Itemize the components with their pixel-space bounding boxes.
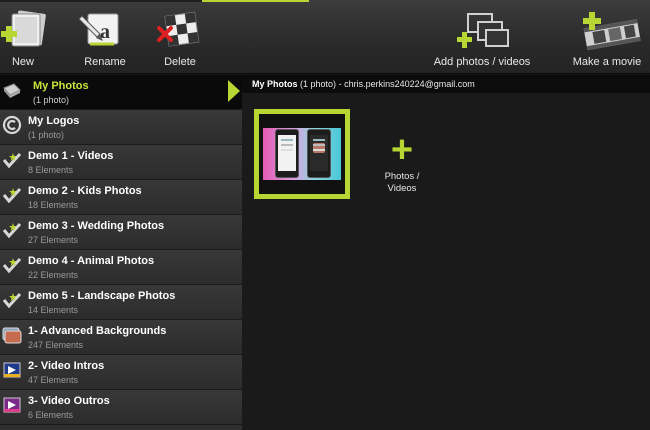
toolbar-top-line [0,0,202,2]
account-email: - chris.perkins240224@gmail.com [338,79,475,89]
selected-arrow-icon [228,80,240,102]
sidebar-item-demo-2[interactable]: Demo 2 - Kids Photos 18 Elements [0,180,242,215]
thumbnail-image [263,128,341,180]
photo-thumbnail[interactable] [254,109,350,199]
sidebar-item-demo-3[interactable]: Demo 3 - Wedding Photos 27 Elements [0,215,242,250]
sidebar-item-title: 1- Advanced Backgrounds [28,325,167,337]
sidebar-item-title: Demo 1 - Videos [28,150,114,162]
backgrounds-icon [2,327,22,344]
sidebar-item-count: (1 photo) [28,130,65,140]
sidebar-item-count: 18 Elements [28,200,79,210]
add-photos-videos-tile[interactable]: + Photos / Videos [372,129,432,195]
sidebar-item-title: Demo 2 - Kids Photos [28,185,142,197]
rename-icon: a [70,8,140,52]
plus-icon: + [390,129,414,171]
sidebar-item-count: 22 Elements [28,270,79,280]
delete-button[interactable]: Delete [145,8,215,68]
sidebar-item-title: 3- Video Outros [28,395,110,407]
video-outro-icon [3,397,21,413]
rename-label: Rename [84,56,126,68]
add-tile-label: Photos / Videos [372,171,432,195]
sidebar-item-title: Demo 5 - Landscape Photos [28,290,176,302]
sidebar-item-my-logos[interactable]: My Logos (1 photo) [0,110,242,145]
sidebar-item-count: 8 Elements [28,165,74,175]
sidebar-item-demo-1[interactable]: Demo 1 - Videos 8 Elements [0,145,242,180]
sidebar-item-count: 6 Elements [28,410,74,420]
sidebar-item-demo-4[interactable]: Demo 4 - Animal Photos 22 Elements [0,250,242,285]
sidebar-item-title: My Logos [28,115,80,127]
sidebar-item-advanced-backgrounds[interactable]: 1- Advanced Backgrounds 247 Elements [0,320,242,355]
sidebar-item-video-outros[interactable]: 3- Video Outros 6 Elements [0,390,242,425]
sidebar-item-demo-5[interactable]: Demo 5 - Landscape Photos 14 Elements [0,285,242,320]
add-tile-label-line2: Videos [387,183,417,194]
album-title: My Photos [252,79,298,89]
album-content: My Photos (1 photo) - chris.perkins24022… [242,75,650,430]
add-photos-videos-button[interactable]: Add photos / videos [420,8,544,68]
star-check-icon [2,222,22,239]
new-label: New [11,56,34,68]
sidebar-item-count: 27 Elements [28,235,79,245]
new-album-icon [0,8,58,52]
star-check-icon [2,152,22,169]
add-photos-icon [420,8,544,52]
delete-icon [145,8,215,52]
album-header: My Photos (1 photo) - chris.perkins24022… [242,75,650,93]
sidebar-item-count: 47 Elements [28,375,79,385]
sidebar-item-my-photos[interactable]: My Photos (1 photo) [0,75,242,110]
sidebar-item-title: Demo 3 - Wedding Photos [28,220,165,232]
sidebar-item-count: 14 Elements [28,305,79,315]
album-count: (1 photo) [300,79,337,89]
sidebar-item-title: Demo 4 - Animal Photos [28,255,155,267]
video-intro-icon [3,362,21,378]
film-strip-icon [565,8,649,52]
copyright-icon [2,115,22,135]
delete-label: Delete [164,56,196,68]
new-button[interactable]: New [0,8,58,68]
toolbar-accent-line [202,0,309,2]
make-movie-button[interactable]: Make a movie [565,8,649,68]
phone-image-right [307,129,331,178]
star-check-icon [2,292,22,309]
sidebar-item-count: (1 photo) [33,95,70,105]
make-movie-label: Make a movie [572,56,642,68]
album-sidebar: My Photos (1 photo) My Logos (1 photo) D… [0,75,242,430]
add-photos-label: Add photos / videos [433,56,531,68]
sidebar-item-video-intros[interactable]: 2- Video Intros 47 Elements [0,355,242,390]
toolbar: New a Rename Delete Add photos / videos … [0,0,650,74]
star-check-icon [2,257,22,274]
star-check-icon [2,187,22,204]
sidebar-item-title: My Photos [33,80,89,92]
sidebar-item-count: 247 Elements [28,340,84,350]
sidebar-item-title: 2- Video Intros [28,360,105,372]
phone-image-left [275,129,299,178]
photo-stack-icon [3,83,21,98]
rename-button[interactable]: a Rename [70,8,140,68]
add-tile-label-line1: Photos / [384,171,420,182]
